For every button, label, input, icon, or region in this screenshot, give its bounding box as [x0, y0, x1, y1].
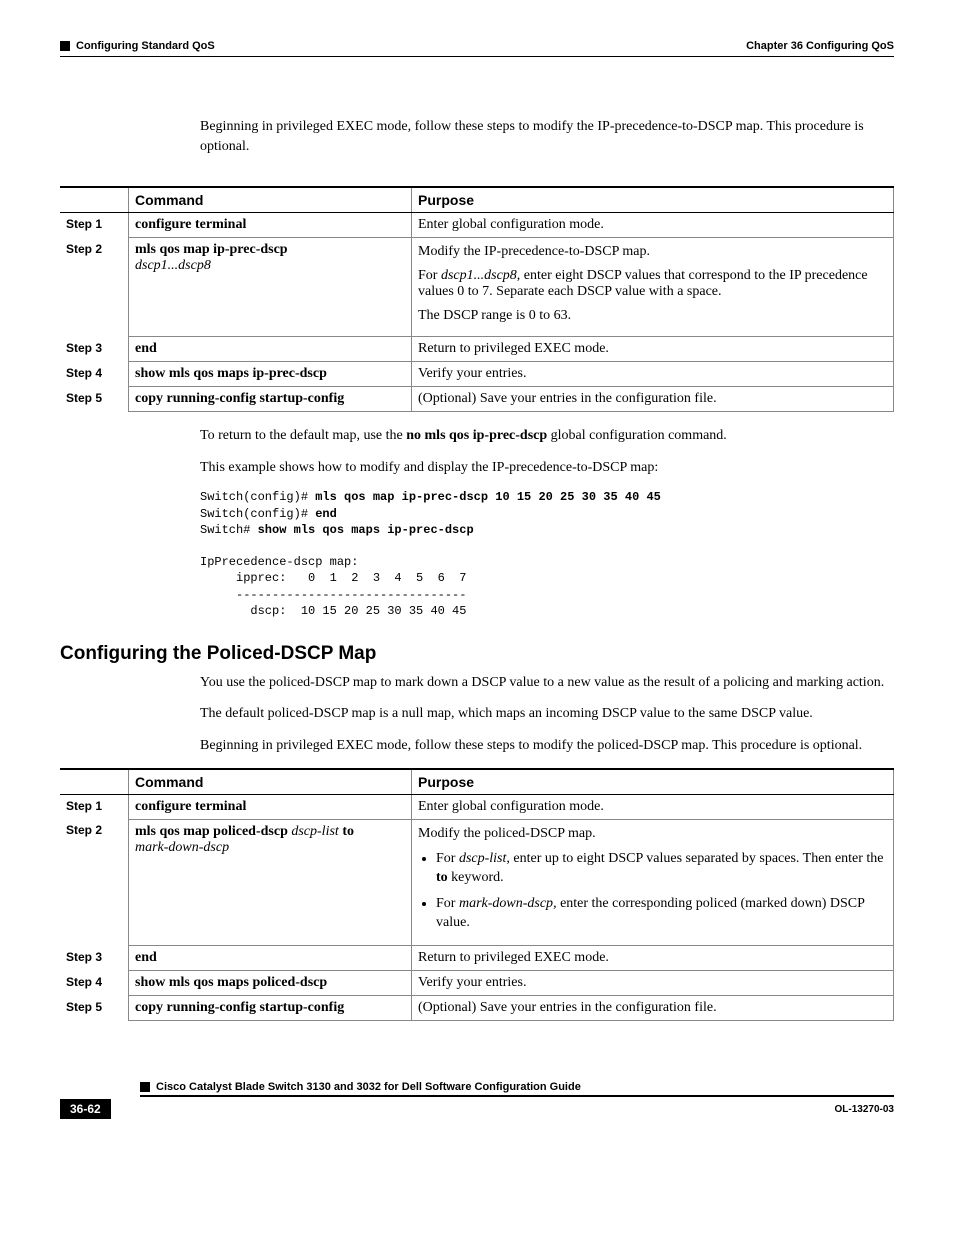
- step-label: Step 4: [60, 971, 129, 996]
- th-command: Command: [129, 769, 412, 795]
- bullet-item: For mark-down-dscp, enter the correspond…: [436, 895, 887, 933]
- header-chapter: Chapter 36 Configuring QoS: [746, 40, 894, 52]
- cmd-text: configure terminal: [135, 799, 246, 814]
- header-square-icon: [60, 41, 70, 51]
- para: The default policed-DSCP map is a null m…: [200, 704, 894, 724]
- step-label: Step 2: [60, 819, 129, 946]
- th-command: Command: [129, 187, 412, 213]
- example-intro: This example shows how to modify and dis…: [200, 458, 894, 478]
- cmd-text: copy running-config startup-config: [135, 391, 344, 406]
- intro-paragraph-1: Beginning in privileged EXEC mode, follo…: [200, 117, 894, 156]
- command-table-1: Command Purpose Step 1 configure termina…: [60, 186, 894, 412]
- th-purpose: Purpose: [412, 187, 894, 213]
- header-section: Configuring Standard QoS: [76, 40, 215, 52]
- table-row: Step 1 configure terminal Enter global c…: [60, 213, 894, 238]
- intro-text: Beginning in privileged EXEC mode, follo…: [200, 117, 894, 156]
- header-rule: [60, 56, 894, 57]
- page-header: Configuring Standard QoS Chapter 36 Conf…: [60, 40, 894, 52]
- code-block: Switch(config)# mls qos map ip-prec-dscp…: [200, 489, 894, 619]
- purpose-line: For dscp1...dscp8, enter eight DSCP valu…: [418, 268, 887, 300]
- table-row: Step 2 mls qos map ip-prec-dscp dscp1...…: [60, 238, 894, 337]
- purpose-text: (Optional) Save your entries in the conf…: [412, 387, 894, 412]
- step-label: Step 1: [60, 213, 129, 238]
- doc-id: OL-13270-03: [835, 1104, 894, 1115]
- cmd-text: to: [342, 824, 354, 839]
- step-label: Step 1: [60, 794, 129, 819]
- cmd-text: end: [135, 950, 157, 965]
- step-label: Step 3: [60, 337, 129, 362]
- step-label: Step 4: [60, 362, 129, 387]
- table-row: Step 3 end Return to privileged EXEC mod…: [60, 337, 894, 362]
- purpose-text: (Optional) Save your entries in the conf…: [412, 996, 894, 1021]
- step-label: Step 2: [60, 238, 129, 337]
- page-footer: Cisco Catalyst Blade Switch 3130 and 303…: [60, 1081, 894, 1119]
- cmd-text: end: [135, 341, 157, 356]
- step-label: Step 5: [60, 387, 129, 412]
- cmd-text: copy running-config startup-config: [135, 1000, 344, 1015]
- cmd-text: show mls qos maps policed-dscp: [135, 975, 327, 990]
- th-purpose: Purpose: [412, 769, 894, 795]
- section2-intro: You use the policed-DSCP map to mark dow…: [200, 673, 894, 756]
- cmd-text: mls qos map ip-prec-dscp: [135, 242, 288, 257]
- purpose-line: Modify the IP-precedence-to-DSCP map.: [418, 244, 887, 260]
- purpose-text: Verify your entries.: [412, 362, 894, 387]
- post-table-paragraphs: To return to the default map, use the no…: [200, 426, 894, 477]
- table-row: Step 5 copy running-config startup-confi…: [60, 996, 894, 1021]
- return-default-note: To return to the default map, use the no…: [200, 426, 894, 446]
- cmd-param: dscp1...dscp8: [135, 258, 211, 273]
- footer-square-icon: [140, 1082, 150, 1092]
- table-row: Step 2 mls qos map policed-dscp dscp-lis…: [60, 819, 894, 946]
- cmd-param: mark-down-dscp: [135, 840, 229, 855]
- purpose-line: The DSCP range is 0 to 63.: [418, 308, 887, 324]
- table-row: Step 4 show mls qos maps ip-prec-dscp Ve…: [60, 362, 894, 387]
- table-row: Step 5 copy running-config startup-confi…: [60, 387, 894, 412]
- table-row: Step 3 end Return to privileged EXEC mod…: [60, 946, 894, 971]
- cmd-text: configure terminal: [135, 217, 246, 232]
- step-label: Step 5: [60, 996, 129, 1021]
- purpose-line: Modify the policed-DSCP map.: [418, 826, 887, 842]
- cmd-text: show mls qos maps ip-prec-dscp: [135, 366, 327, 381]
- para: Beginning in privileged EXEC mode, follo…: [200, 736, 894, 756]
- command-table-2: Command Purpose Step 1 configure termina…: [60, 768, 894, 1022]
- cmd-text: mls qos map policed-dscp: [135, 824, 291, 839]
- cmd-param: dscp-list: [291, 824, 342, 839]
- table-row: Step 4 show mls qos maps policed-dscp Ve…: [60, 971, 894, 996]
- table-row: Step 1 configure terminal Enter global c…: [60, 794, 894, 819]
- purpose-text: Verify your entries.: [412, 971, 894, 996]
- purpose-text: Return to privileged EXEC mode.: [412, 946, 894, 971]
- section-heading: Configuring the Policed-DSCP Map: [60, 643, 894, 665]
- bullet-item: For dscp-list, enter up to eight DSCP va…: [436, 850, 887, 888]
- para: You use the policed-DSCP map to mark dow…: [200, 673, 894, 693]
- purpose-text: Enter global configuration mode.: [412, 213, 894, 238]
- purpose-text: Enter global configuration mode.: [412, 794, 894, 819]
- guide-title: Cisco Catalyst Blade Switch 3130 and 303…: [156, 1081, 581, 1093]
- step-label: Step 3: [60, 946, 129, 971]
- purpose-text: Return to privileged EXEC mode.: [412, 337, 894, 362]
- page-number: 36-62: [60, 1099, 111, 1119]
